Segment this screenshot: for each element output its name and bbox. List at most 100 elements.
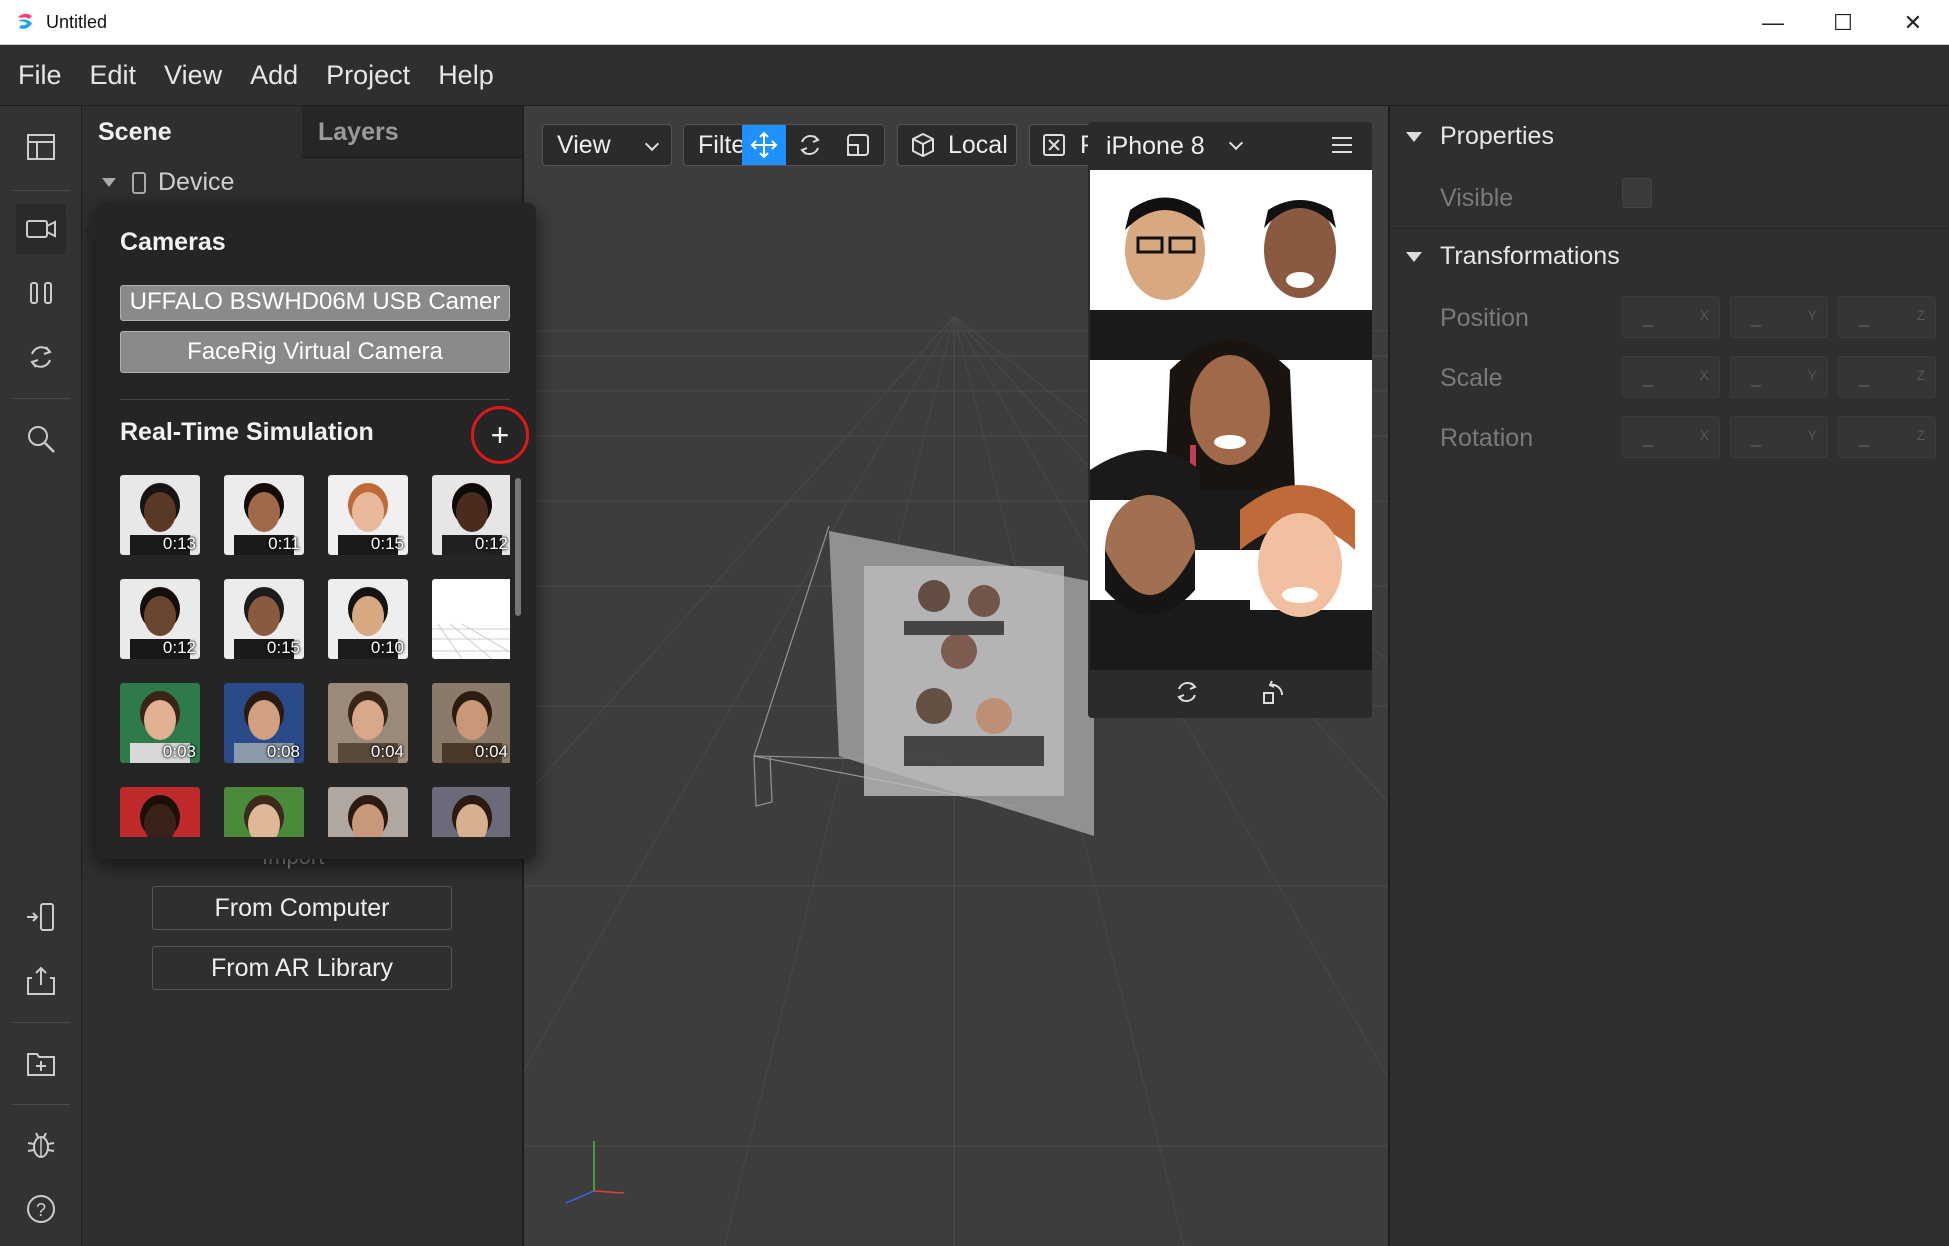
scale-z-field[interactable]: _ Z — [1838, 356, 1936, 398]
position-x-field[interactable]: _ X — [1622, 296, 1720, 338]
popover-scrollbar[interactable] — [515, 478, 521, 616]
device-label: Device — [158, 168, 235, 196]
filter-label[interactable]: Filte — [684, 131, 742, 160]
thumbnail-duration: 0:08 — [266, 742, 300, 761]
svg-text:?: ? — [36, 1200, 46, 1220]
transformations-section-header[interactable]: Transformations — [1406, 242, 1620, 271]
thumbnail-duration: 0:11 — [268, 534, 300, 553]
local-label: Local — [948, 130, 1008, 159]
thumbnail-image — [348, 795, 388, 837]
scale-tool-icon[interactable] — [834, 125, 882, 165]
thumbnail-duration: 0:12 — [474, 534, 508, 553]
simulation-thumbnail[interactable] — [224, 787, 304, 837]
simulation-thumbnail-grid: 0:13 0:11 0:15 0:12 0:12 0:15 0:10 0:03 0:08 0:04… — [120, 475, 510, 837]
position-y-field[interactable]: _ Y — [1730, 296, 1828, 338]
simulation-thumbnail[interactable]: 0:04 — [328, 683, 408, 763]
thumbnail-duration: 0:10 — [370, 638, 404, 657]
simulation-thumbnail[interactable]: 0:04 — [432, 683, 510, 763]
chevron-down-icon — [644, 136, 660, 152]
simulation-thumbnail[interactable] — [432, 579, 510, 659]
simulation-thumbnail[interactable]: 0:11 — [224, 475, 304, 555]
pause-icon[interactable] — [16, 268, 66, 318]
scale-x-field[interactable]: _ X — [1622, 356, 1720, 398]
left-icon-bar: ? — [0, 106, 82, 1246]
rotation-x-field[interactable]: _ X — [1622, 416, 1720, 458]
thumbnail-duration: 0:15 — [370, 534, 404, 553]
simulation-thumbnail[interactable] — [328, 787, 408, 837]
thumbnail-image — [140, 795, 180, 837]
device-preview-screen — [1090, 170, 1372, 670]
view-dropdown[interactable]: View — [542, 124, 672, 166]
simulation-thumbnail[interactable] — [432, 787, 510, 837]
simulation-thumbnail[interactable]: 0:12 — [432, 475, 510, 555]
add-simulation-button[interactable]: + — [471, 406, 529, 464]
upload-icon[interactable] — [16, 956, 66, 1006]
properties-heading: Properties — [1440, 122, 1554, 150]
simulation-thumbnail[interactable]: 0:10 — [328, 579, 408, 659]
rotation-z-field[interactable]: _ Z — [1838, 416, 1936, 458]
rotation-y-field[interactable]: _ Y — [1730, 416, 1828, 458]
thumbnail-duration: 0:04 — [474, 742, 508, 761]
expand-triangle-icon[interactable] — [102, 178, 116, 187]
restart-icon[interactable] — [16, 332, 66, 382]
position-z-field[interactable]: _ Z — [1838, 296, 1936, 338]
restart-icon[interactable] — [1174, 679, 1200, 710]
simulation-thumbnail[interactable] — [120, 787, 200, 837]
menu-bar: File Edit View Add Project Help — [0, 45, 1949, 106]
menu-project[interactable]: Project — [316, 60, 420, 91]
layout-icon[interactable] — [16, 122, 66, 172]
menu-hamburger-icon[interactable] — [1332, 137, 1352, 153]
properties-section-header[interactable]: Properties — [1406, 122, 1554, 151]
rotate-device-icon[interactable] — [1260, 679, 1286, 710]
from-ar-library-button[interactable]: From AR Library — [152, 946, 452, 990]
thumbnail-image — [432, 623, 510, 659]
thumbnail-image — [452, 795, 492, 837]
visible-checkbox[interactable] — [1622, 178, 1652, 208]
maximize-button[interactable]: ☐ — [1808, 0, 1878, 45]
send-to-device-icon[interactable] — [16, 892, 66, 942]
maximize-icon: ☐ — [1833, 9, 1853, 35]
device-dropdown-label: iPhone 8 — [1106, 131, 1205, 160]
simulation-thumbnail[interactable]: 0:13 — [120, 475, 200, 555]
menu-view[interactable]: View — [154, 60, 232, 91]
scale-y-field[interactable]: _ Y — [1730, 356, 1828, 398]
simulation-thumbnail[interactable]: 0:15 — [328, 475, 408, 555]
simulation-thumbnail[interactable]: 0:08 — [224, 683, 304, 763]
rotate-tool-icon[interactable] — [786, 125, 834, 165]
thumbnail-duration: 0:03 — [162, 742, 196, 761]
properties-panel: Properties Visible Transformations Posit… — [1388, 106, 1949, 1246]
device-dropdown[interactable]: iPhone 8 — [1088, 122, 1372, 170]
position-label: Position — [1440, 304, 1529, 332]
camera-option[interactable]: FaceRig Virtual Camera — [120, 331, 510, 373]
tab-layers[interactable]: Layers — [302, 106, 522, 158]
tab-scene[interactable]: Scene — [82, 106, 302, 158]
visible-label: Visible — [1440, 184, 1514, 212]
simulation-thumbnail[interactable]: 0:03 — [120, 683, 200, 763]
menu-add[interactable]: Add — [240, 60, 308, 91]
minimize-button[interactable]: — — [1738, 0, 1808, 45]
search-icon[interactable] — [16, 414, 66, 464]
add-folder-icon[interactable] — [16, 1038, 66, 1088]
collapse-triangle-icon — [1406, 131, 1422, 142]
cameras-heading: Cameras — [120, 228, 226, 256]
thumbnail-duration: 0:04 — [370, 742, 404, 761]
app-window: Untitled — ☐ ✕ File Edit View Add Projec… — [0, 0, 1949, 1246]
transformations-heading: Transformations — [1440, 242, 1620, 270]
simulation-thumbnail[interactable]: 0:12 — [120, 579, 200, 659]
camera-option[interactable]: UFFALO BSWHD06M USB Camer — [120, 285, 510, 321]
plus-icon: + — [490, 416, 510, 453]
move-tool-icon[interactable] — [742, 125, 786, 165]
camera-icon[interactable] — [16, 204, 66, 254]
menu-edit[interactable]: Edit — [80, 60, 147, 91]
rotation-label: Rotation — [1440, 424, 1534, 452]
tree-device-row[interactable]: Device — [102, 168, 234, 197]
bug-icon[interactable] — [16, 1120, 66, 1170]
close-window-button[interactable]: ✕ — [1878, 0, 1948, 45]
local-space-toggle[interactable]: Local — [897, 124, 1017, 166]
menu-help[interactable]: Help — [428, 60, 504, 91]
help-icon[interactable]: ? — [16, 1184, 66, 1234]
simulation-thumbnail[interactable]: 0:15 — [224, 579, 304, 659]
from-computer-button[interactable]: From Computer — [152, 886, 452, 930]
menu-file[interactable]: File — [8, 60, 72, 91]
thumbnail-image — [244, 795, 284, 837]
